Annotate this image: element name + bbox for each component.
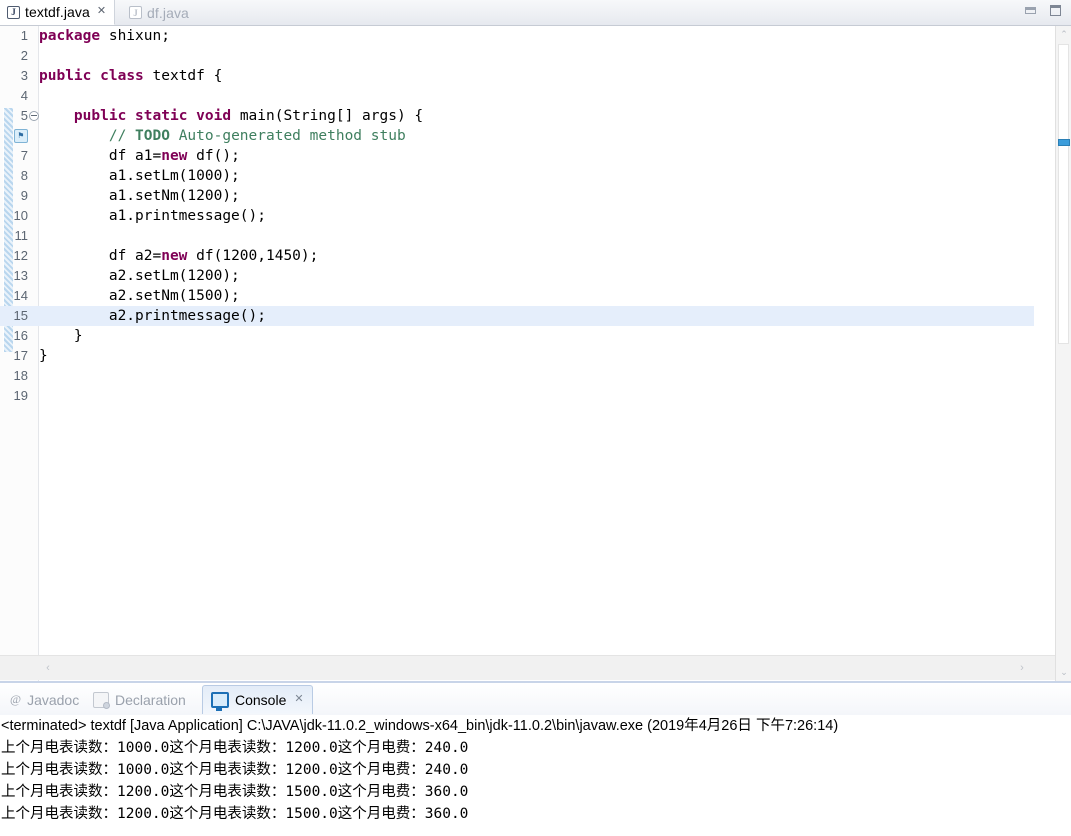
editor-tab-label: textdf.java (25, 4, 90, 20)
code-line[interactable]: 14 a2.setNm(1500); (0, 286, 1034, 306)
declaration-icon (93, 691, 110, 709)
tab-declaration[interactable]: Declaration (85, 685, 194, 714)
editor-tab-textdf[interactable]: J textdf.java ✕ (0, 0, 116, 25)
line-number: 15 (13, 308, 28, 323)
code-line[interactable]: 17} (0, 346, 1034, 366)
todo-task-icon[interactable]: ⚑ (14, 129, 28, 143)
code-line-text: a1.setNm(1200); (39, 188, 240, 204)
line-number: 10 (13, 208, 28, 223)
bottom-view-stack: @ Javadoc Declaration Console ✕ <termina… (0, 681, 1071, 836)
code-line-text: a2.printmessage(); (39, 308, 266, 324)
editor-vertical-scrollbar[interactable]: ⌃ ⌄ (1055, 26, 1071, 681)
code-line[interactable]: 18 (0, 366, 1034, 386)
maximize-icon[interactable] (1049, 4, 1062, 17)
editor-tab-label: df.java (147, 4, 189, 21)
code-line-text: public class textdf { (39, 68, 223, 84)
code-line[interactable]: 8 a1.setLm(1000); (0, 166, 1034, 186)
tab-label: Declaration (115, 691, 186, 708)
code-editor[interactable]: 1 package shixun; 2 3 public class textdf { 4… (0, 26, 1071, 681)
overview-marker[interactable] (1058, 139, 1070, 146)
code-line[interactable]: 11 (0, 226, 1034, 246)
line-number: 11 (14, 228, 29, 243)
console-output-line: 上个月电表读数：1000.0这个月电表读数：1200.0这个月电费：240.0 (1, 762, 469, 778)
at-icon: @ (10, 692, 22, 706)
line-number: 19 (13, 388, 28, 403)
console-output-line: 上个月电表读数：1200.0这个月电表读数：1500.0这个月电费：360.0 (1, 784, 469, 800)
line-number: 14 (13, 288, 28, 303)
code-line[interactable]: 1 package shixun; (0, 26, 1034, 46)
editor-horizontal-scrollbar[interactable]: ‹ › (0, 655, 1055, 680)
line-number: 7 (20, 148, 28, 163)
code-line[interactable]: 2 (0, 46, 1034, 66)
code-line-text: } (39, 348, 48, 364)
code-line-text: a1.setLm(1000); (39, 168, 240, 184)
line-number: 13 (13, 268, 28, 283)
code-line-text: public static void main(String[] args) { (73, 108, 424, 124)
line-number: 5 (20, 108, 28, 123)
console-output-line: 上个月电表读数：1000.0这个月电表读数：1200.0这个月电费：240.0 (1, 740, 469, 756)
close-icon[interactable]: ✕ (97, 5, 106, 17)
view-tab-bar: @ Javadoc Declaration Console ✕ (0, 683, 1071, 715)
code-line[interactable]: 10 a1.printmessage(); (0, 206, 1034, 226)
code-line-text: a1.printmessage(); (39, 208, 266, 224)
close-icon[interactable]: ✕ (294, 693, 303, 705)
code-line[interactable]: 4 (0, 86, 1034, 106)
java-file-icon: J (129, 6, 142, 19)
scrollbar-thumb[interactable] (1058, 44, 1069, 344)
code-line[interactable]: 7 df a1=new df(); (0, 146, 1034, 166)
code-line[interactable]: 3 public class textdf { (0, 66, 1034, 86)
editor-tab-df[interactable]: J df.java (122, 0, 197, 25)
tab-javadoc[interactable]: @ Javadoc (2, 685, 87, 714)
window-controls (1024, 4, 1062, 17)
minimize-icon[interactable] (1024, 4, 1037, 17)
code-line[interactable]: 5 public static void main(String[] args)… (0, 106, 1034, 126)
code-line[interactable]: 16 } (0, 326, 1034, 346)
line-number: 9 (20, 188, 28, 203)
tab-console[interactable]: Console ✕ (202, 685, 313, 714)
code-line-text: } (39, 328, 83, 344)
code-line-text: a2.setNm(1500); (39, 288, 240, 304)
line-number: 4 (20, 88, 28, 103)
tab-label: Javadoc (27, 691, 80, 708)
line-number: 8 (20, 168, 28, 183)
editor-tab-bar: J textdf.java ✕ J df.java (0, 0, 1071, 26)
code-line[interactable]: 6⚑ // TODO Auto-generated method stub (0, 126, 1034, 146)
chevron-left-icon[interactable]: ‹ (40, 660, 56, 676)
code-line-text: df a2=new df(1200,1450); (39, 248, 319, 264)
java-file-icon: J (7, 5, 20, 19)
code-line-text: a2.setLm(1200); (39, 268, 240, 284)
console-output[interactable]: <terminated> textdf [Java Application] C… (0, 715, 1071, 836)
line-number: 2 (20, 48, 28, 63)
code-line[interactable]: 19 (0, 386, 1034, 406)
chevron-down-icon[interactable]: ⌄ (1056, 664, 1071, 681)
code-text-area[interactable]: 1 package shixun; 2 3 public class textdf { 4… (0, 26, 1034, 681)
line-number: 18 (13, 368, 28, 383)
code-line-text: // TODO Auto-generated method stub (108, 128, 406, 144)
line-number: 17 (13, 348, 28, 363)
fold-collapse-icon[interactable] (29, 111, 39, 121)
code-line-text: df a1=new df(); (39, 148, 240, 164)
chevron-right-icon[interactable]: › (1014, 660, 1030, 676)
code-line[interactable]: 15 a2.printmessage(); (0, 306, 1034, 326)
code-line-text: package shixun; (39, 28, 170, 44)
console-icon (211, 692, 229, 711)
tab-label: Console (235, 692, 287, 708)
line-number: 12 (13, 248, 28, 263)
chevron-up-icon[interactable]: ⌃ (1056, 26, 1071, 43)
line-number: 3 (20, 68, 28, 83)
console-process-header: <terminated> textdf [Java Application] C… (1, 718, 839, 734)
line-number: 1 (20, 28, 28, 43)
code-line[interactable]: 12 df a2=new df(1200,1450); (0, 246, 1034, 266)
line-number: 16 (13, 328, 28, 343)
console-output-line: 上个月电表读数：1200.0这个月电表读数：1500.0这个月电费：360.0 (1, 806, 469, 822)
code-line[interactable]: 13 a2.setLm(1200); (0, 266, 1034, 286)
code-line[interactable]: 9 a1.setNm(1200); (0, 186, 1034, 206)
